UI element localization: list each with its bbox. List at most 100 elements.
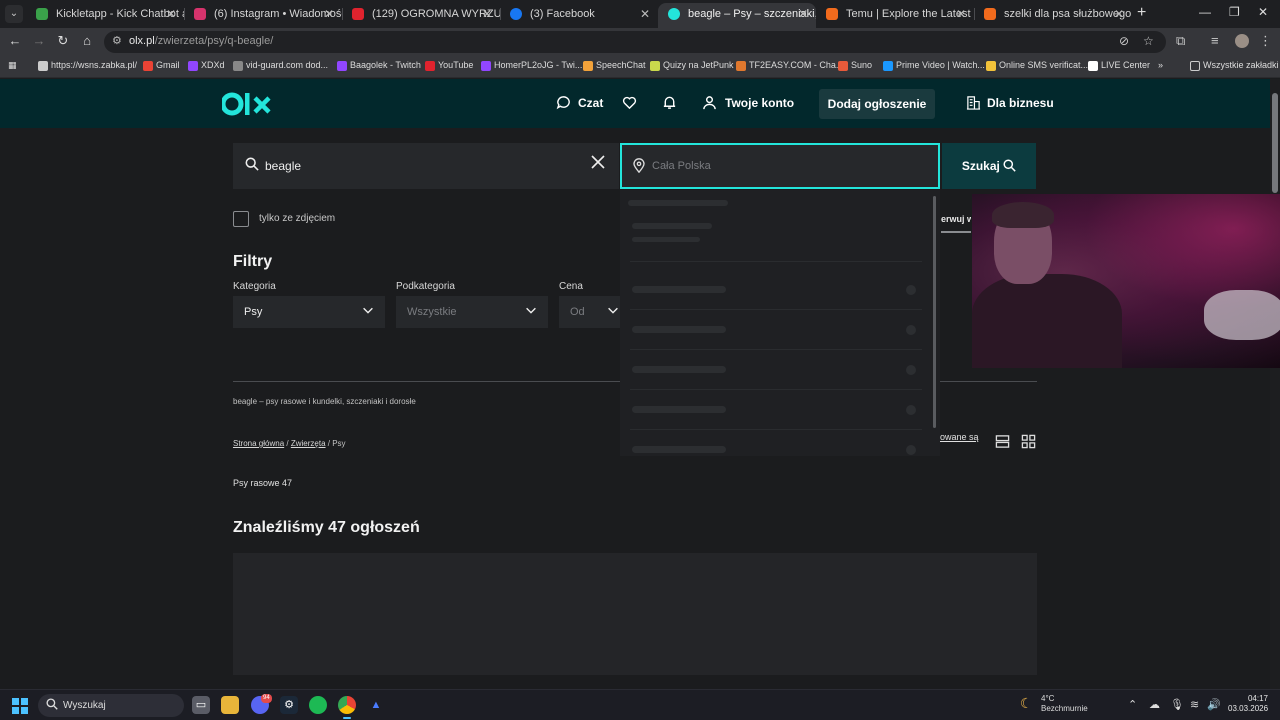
subcategory-select[interactable]: Wszystkie [396,296,548,328]
volume-icon[interactable]: 🔊 [1207,698,1221,711]
new-tab-button[interactable]: + [1137,4,1146,22]
results-list-placeholder [233,553,1037,675]
wifi-icon[interactable]: ≋ [1190,698,1199,711]
profile-avatar[interactable] [1235,34,1249,48]
browser-tab[interactable]: szelki dla psa służbowego odb ✕ [974,3,1132,28]
bookmark-item[interactable]: XDXd [188,60,225,71]
bookmark-star-icon[interactable]: ☆ [1143,34,1154,48]
browser-tab-active[interactable]: beagle – Psy – szczeniaki, doro ✕ [658,3,816,28]
bookmark-item[interactable]: Prime Video | Watch... [883,60,985,71]
twitch-icon [188,61,198,71]
bookmark-item[interactable]: TF2EASY.COM - Cha... [736,60,843,71]
webcam-background-object [1204,290,1280,340]
search-button[interactable]: Szukaj [942,143,1036,189]
clear-search-icon[interactable] [590,153,606,176]
spotify-icon[interactable] [309,696,327,714]
browser-menu-icon[interactable]: ⋮ [1259,33,1272,49]
back-button[interactable]: ← [6,33,24,48]
bookmark-item[interactable]: vid-guard.com dod... [233,60,328,71]
photo-only-label[interactable]: tylko ze zdjęciem [259,213,335,224]
bell-icon[interactable] [662,95,677,113]
steam-icon[interactable]: ⚙ [280,696,298,714]
page-scrollbar[interactable] [1270,79,1280,689]
address-bar[interactable]: ⚙ olx.pl/zwierzeta/psy/q-beagle/ ⊘ ☆ [104,31,1166,53]
page-scrollbar-thumb[interactable] [1272,93,1278,193]
start-button[interactable] [12,698,28,714]
heart-icon[interactable] [622,95,637,113]
taskbar-search-box[interactable]: Wyszukaj [38,694,184,717]
reload-button[interactable]: ↻ [54,33,72,49]
browser-tab[interactable]: Kickletapp - Kick Chatbot and ✕ [26,3,184,28]
list-view-icon[interactable] [995,434,1011,450]
weather-widget[interactable]: 4°C Bezchmurnie [1041,694,1088,714]
more-bookmarks-chevron-icon[interactable]: » [1158,60,1163,70]
site-header: Czat Twoje konto Dodaj ogłoszenie Dla bi… [0,79,1270,128]
task-view-icon[interactable]: ▭ [192,696,210,714]
chat-link[interactable]: Czat [578,96,603,110]
bookmark-item[interactable]: Quizy na JetPunk [650,60,734,71]
search-input[interactable]: beagle [233,143,619,189]
photo-only-checkbox[interactable] [233,211,249,227]
temu-favicon-icon [984,8,996,20]
bookmark-item[interactable]: Gmail [143,60,180,71]
business-link[interactable]: Dla biznesu [987,96,1054,110]
bookmark-item[interactable]: SpeechChat [583,60,646,71]
close-tab-icon[interactable]: ✕ [482,3,492,25]
extensions-icon[interactable]: ⧉ [1176,33,1185,49]
all-bookmarks-folder[interactable]: Wszystkie zakładki [1190,60,1279,71]
vpn-icon[interactable]: ▲ [367,696,385,714]
file-explorer-icon[interactable] [221,696,239,714]
browser-tab[interactable]: (6) Instagram • Wiadomości ✕ [184,3,342,28]
location-input[interactable]: Cała Polska [620,143,940,189]
grid-view-icon[interactable] [1021,434,1037,450]
onedrive-icon[interactable]: ☁ [1149,698,1160,711]
bookmark-item[interactable]: Suno [838,60,872,71]
site-info-icon[interactable]: ⚙ [112,34,122,47]
chat-icon[interactable] [556,95,571,113]
sort-info-link[interactable]: owane są [940,432,979,442]
home-button[interactable]: ⌂ [78,33,96,48]
add-ad-button[interactable]: Dodaj ogłoszenie [819,89,935,119]
tracking-blocked-icon[interactable]: ⊘ [1119,34,1129,48]
bookmark-item[interactable]: Baagolek - Twitch [337,60,421,71]
address-url[interactable]: olx.pl/zwierzeta/psy/q-beagle/ [129,35,273,47]
price-from-select[interactable]: Od [559,296,620,328]
close-tab-icon[interactable]: ✕ [956,3,966,25]
close-tab-icon[interactable]: ✕ [324,3,334,25]
bookmark-item[interactable]: HomerPL2oJG - Twi... [481,60,582,71]
bookmark-item[interactable]: Online SMS verificat... [986,60,1088,71]
dropdown-scrollbar[interactable] [933,196,936,428]
business-building-icon[interactable] [966,95,981,113]
breadcrumb-animals-link[interactable]: Zwierzęta [291,439,326,448]
breadcrumb-home-link[interactable]: Strona główna [233,439,284,448]
reading-list-icon[interactable]: ≡ [1211,33,1219,48]
forward-button[interactable]: → [30,33,48,48]
user-icon[interactable] [702,95,717,113]
apps-grid-icon[interactable]: ▦ [8,60,17,71]
close-tab-icon[interactable]: ✕ [1114,3,1124,25]
close-window-button[interactable]: ✕ [1258,5,1268,19]
taskbar-search-label: Wyszukaj [63,700,106,711]
observe-search-tab[interactable]: erwuj w [941,207,971,233]
tray-overflow-chevron-icon[interactable]: ⌃ [1128,698,1137,711]
category-select[interactable]: Psy [233,296,385,328]
microphone-icon[interactable]: 🎙 [1170,698,1184,711]
chrome-icon[interactable] [338,696,356,719]
minimize-window-button[interactable]: — [1199,5,1211,19]
account-link[interactable]: Twoje konto [725,96,794,110]
close-tab-icon[interactable]: ✕ [166,3,176,25]
restore-window-button[interactable]: ❐ [1229,5,1240,19]
category-count[interactable]: Psy rasowe 47 [233,478,292,488]
olx-logo[interactable] [220,91,272,117]
weather-moon-icon[interactable]: ☾ [1020,695,1033,712]
tab-search-menu-button[interactable]: ⌄ [5,5,23,23]
taskbar-clock[interactable]: 04:17 03.03.2026 [1228,694,1268,714]
bookmark-item[interactable]: YouTube [425,60,473,71]
browser-tab[interactable]: (3) Facebook ✕ [500,3,658,28]
bookmark-item[interactable]: https://wsns.zabka.pl/ [38,60,137,71]
browser-tab[interactable]: Temu | Explore the Latest Cloth ✕ [816,3,974,28]
browser-tab[interactable]: (129) OGROMNA WYRZUTNIA ✕ [342,3,500,28]
close-tab-icon[interactable]: ✕ [798,3,808,25]
bookmark-item[interactable]: LIVE Center [1088,60,1150,71]
close-tab-icon[interactable]: ✕ [640,3,650,25]
